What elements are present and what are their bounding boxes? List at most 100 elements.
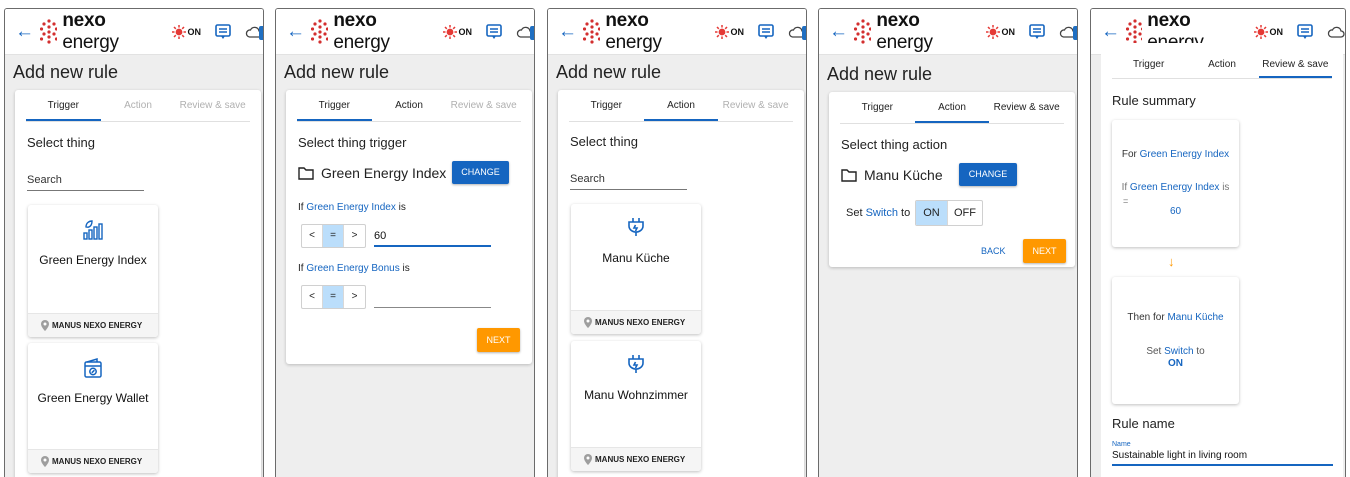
if-line: If Green Energy Index is (1112, 182, 1239, 193)
menu-icon[interactable] (802, 26, 806, 40)
tab-action[interactable]: Action (914, 92, 990, 123)
brand-rest: energy (876, 31, 933, 53)
property-link-switch[interactable]: Switch (866, 207, 898, 219)
property-link-green-energy-index[interactable]: Green Energy Index (306, 202, 396, 213)
brand-bold: nexo (605, 9, 649, 31)
tab-review-save[interactable]: Review & save (175, 90, 250, 121)
switch-toggle[interactable]: ON OFF (915, 200, 983, 226)
on-badge-label: ON (458, 26, 473, 37)
chat-icon[interactable] (486, 23, 502, 40)
trigger-thing-link[interactable]: Green Energy Index (1140, 149, 1230, 160)
tab-action[interactable]: Action (643, 90, 719, 121)
action-thing-link[interactable]: Manu Küche (1167, 312, 1223, 323)
tab-review-save[interactable]: Review & save (1258, 53, 1332, 78)
trigger-summary-card: For Green Energy Index If Green Energy I… (1112, 120, 1239, 247)
tab-action[interactable]: Action (101, 90, 176, 121)
energy-on-badge[interactable]: ON (1253, 24, 1283, 39)
thing-owner: MANUS NEXO ENERGY (28, 313, 158, 337)
page-title: Add new rule (556, 62, 662, 82)
op-less-than[interactable]: < (302, 225, 323, 247)
menu-icon[interactable] (530, 26, 534, 40)
trigger-property-link[interactable]: Green Energy Index (1130, 182, 1220, 193)
cloud-icon[interactable] (1327, 25, 1345, 39)
screen-review-save: ← nexo energy ON Trigger Action Review &… (1090, 8, 1346, 477)
rule-name-input[interactable]: Sustainable light in living room (1112, 450, 1333, 466)
chat-icon[interactable] (1297, 23, 1313, 40)
energy-on-badge[interactable]: ON (171, 24, 201, 39)
search-input[interactable]: Search (27, 174, 144, 191)
back-arrow-icon[interactable]: ← (1101, 22, 1122, 41)
logo-dots-icon (311, 19, 329, 44)
op-less-than[interactable]: < (302, 286, 323, 308)
back-arrow-icon[interactable]: ← (286, 22, 307, 41)
search-input[interactable]: Search (570, 173, 687, 190)
menu-icon[interactable] (259, 26, 263, 40)
tab-trigger[interactable]: Trigger (840, 92, 915, 123)
thing-card-green-energy-index[interactable]: Green Energy Index MANUS NEXO ENERGY (28, 205, 158, 337)
section-heading: Select thing trigger (298, 135, 407, 150)
thing-card-manu-kueche[interactable]: Manu Küche MANUS NEXO ENERGY (571, 204, 701, 334)
change-button[interactable]: CHANGE (452, 161, 509, 184)
tab-trigger[interactable]: Trigger (1112, 53, 1185, 78)
back-arrow-icon[interactable]: ← (829, 22, 850, 41)
owner-label: MANUS NEXO ENERGY (595, 318, 686, 327)
toggle-off[interactable]: OFF (948, 201, 982, 225)
next-button[interactable]: NEXT (477, 328, 520, 352)
condition-1-operator[interactable]: < = > (301, 224, 366, 248)
op-greater-than[interactable]: > (344, 286, 365, 308)
app-header: ← nexo energy ON (5, 9, 263, 55)
energy-on-badge[interactable]: ON (442, 24, 473, 39)
condition-2-value-input[interactable] (374, 295, 491, 308)
action-property-link[interactable]: Switch (1164, 346, 1193, 357)
menu-icon[interactable] (1073, 26, 1077, 40)
thing-card-manu-wohnzimmer[interactable]: Manu Wohnzimmer MANUS NEXO ENERGY (571, 341, 701, 471)
energy-on-badge[interactable]: ON (714, 24, 744, 39)
tab-trigger[interactable]: Trigger (569, 90, 644, 121)
owner-label: MANUS NEXO ENERGY (52, 321, 143, 330)
thing-name: Manu Wohnzimmer (584, 388, 688, 402)
brand-bold: nexo (333, 9, 377, 31)
rule-wizard-card: Trigger Action Review & save Select thin… (286, 90, 532, 364)
back-button[interactable]: BACK (981, 246, 1006, 256)
chat-icon[interactable] (1029, 23, 1045, 40)
back-arrow-icon[interactable]: ← (15, 22, 36, 41)
next-button[interactable]: NEXT (1023, 239, 1066, 263)
location-pin-icon (41, 456, 49, 467)
op-equals[interactable]: = (323, 225, 344, 247)
location-pin-icon (584, 454, 592, 465)
tab-review-save[interactable]: Review & save (989, 92, 1064, 123)
property-link-green-energy-bonus[interactable]: Green Energy Bonus (306, 263, 399, 274)
set-line: Set Switch to (1112, 346, 1239, 357)
tab-action[interactable]: Action (1185, 53, 1258, 78)
condition-1-value-input[interactable]: 60 (374, 230, 491, 247)
screen-select-thing-action: ← nexo energy ON Add new rule Trigger Ac… (818, 8, 1078, 477)
tab-action[interactable]: Action (372, 90, 447, 121)
selected-thing-name: Manu Küche (864, 167, 943, 183)
owner-label: MANUS NEXO ENERGY (52, 457, 143, 466)
energy-on-badge[interactable]: ON (985, 24, 1015, 39)
tab-trigger[interactable]: Trigger (297, 90, 372, 121)
wizard-tabs: Trigger Action Review & save (1112, 53, 1332, 79)
name-field-label: Name (1112, 441, 1131, 448)
op-equals[interactable]: = (323, 286, 344, 308)
rule-summary-heading: Rule summary (1112, 93, 1196, 108)
chat-icon[interactable] (215, 23, 231, 40)
wizard-tabs: Trigger Action Review & save (569, 90, 793, 122)
tab-review-save[interactable]: Review & save (718, 90, 793, 121)
back-arrow-icon[interactable]: ← (558, 22, 579, 41)
chat-icon[interactable] (758, 23, 774, 40)
rule-wizard-card: Trigger Action Review & save Select thin… (15, 90, 261, 477)
toggle-on[interactable]: ON (916, 201, 948, 225)
trigger-value: 60 (1169, 206, 1182, 217)
action-value: ON (1168, 358, 1183, 369)
tab-trigger[interactable]: Trigger (26, 90, 101, 121)
change-button[interactable]: CHANGE (959, 163, 1017, 186)
rule-wizard-card: Trigger Action Review & save Select thin… (558, 90, 804, 477)
op-greater-than[interactable]: > (344, 225, 365, 247)
thing-card-green-energy-wallet[interactable]: Green Energy Wallet MANUS NEXO ENERGY (28, 343, 158, 473)
tab-review-save[interactable]: Review & save (446, 90, 521, 121)
page-title: Add new rule (13, 62, 119, 82)
screen-select-trigger-thing: ← nexo energy ON Add new rule Trigger Ac… (4, 8, 264, 477)
condition-1-label: If Green Energy Index is (298, 202, 406, 213)
condition-2-operator[interactable]: < = > (301, 285, 366, 309)
